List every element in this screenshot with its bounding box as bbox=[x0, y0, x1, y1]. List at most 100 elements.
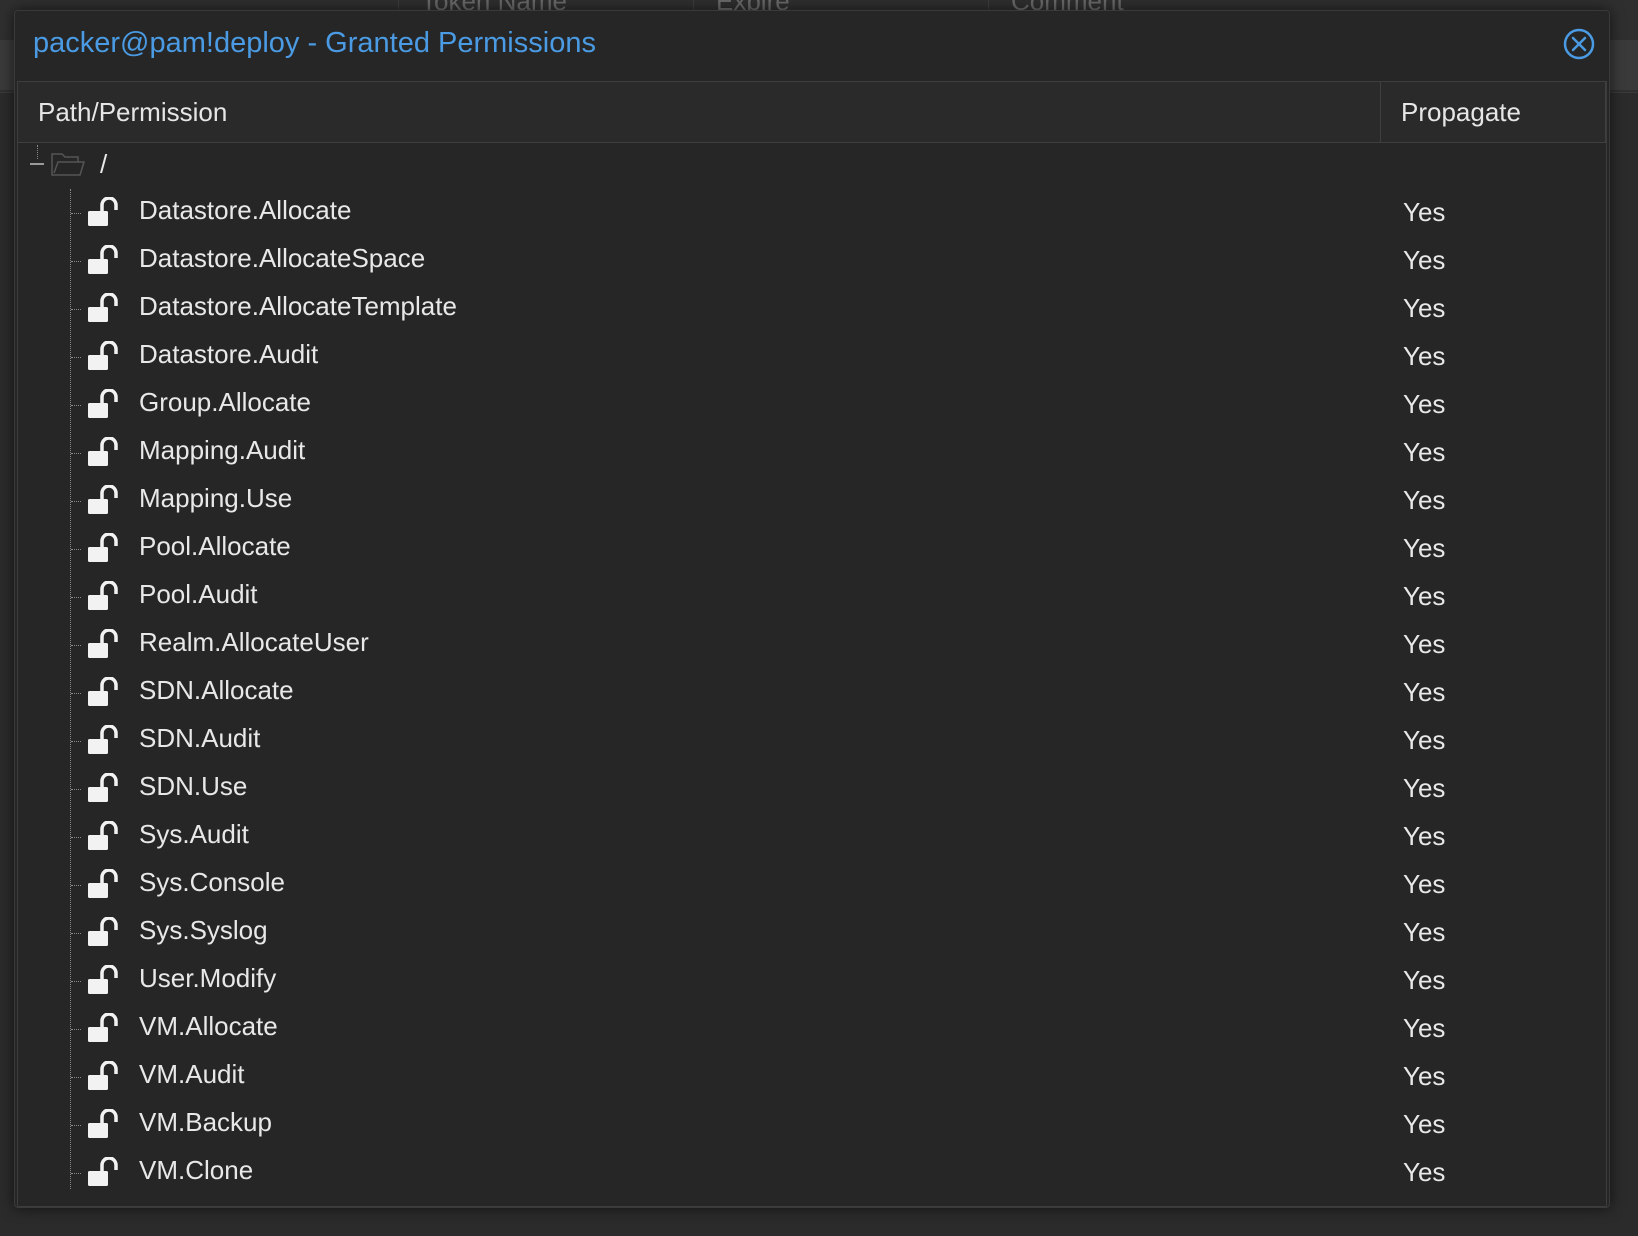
unlock-icon bbox=[86, 964, 120, 997]
tree-connector bbox=[71, 501, 81, 502]
tree-connector bbox=[71, 357, 81, 358]
permission-row[interactable]: VM.Allocate Yes bbox=[18, 1005, 1606, 1053]
propagate-value: Yes bbox=[1403, 197, 1446, 227]
propagate-value: Yes bbox=[1403, 485, 1446, 515]
permission-row[interactable]: SDN.Use Yes bbox=[18, 765, 1606, 813]
unlock-icon bbox=[86, 292, 120, 325]
permission-name: Datastore.AllocateSpace bbox=[139, 243, 426, 273]
tree-connector bbox=[71, 405, 81, 406]
permission-name: Sys.Audit bbox=[139, 819, 249, 849]
unlock-icon bbox=[86, 340, 120, 373]
permission-row[interactable]: Sys.Console Yes bbox=[18, 861, 1606, 909]
permission-row[interactable]: Realm.AllocateUser Yes bbox=[18, 621, 1606, 669]
permission-row[interactable]: Mapping.Use Yes bbox=[18, 477, 1606, 525]
tree-connector bbox=[71, 741, 81, 742]
unlock-icon bbox=[86, 676, 120, 709]
permission-row[interactable]: Group.Allocate Yes bbox=[18, 381, 1606, 429]
tree-connector bbox=[71, 261, 81, 262]
permission-row[interactable]: Datastore.Audit Yes bbox=[18, 333, 1606, 381]
tree-connector bbox=[71, 309, 81, 310]
close-icon[interactable] bbox=[1563, 28, 1595, 60]
tree-connector bbox=[71, 837, 81, 838]
permission-row[interactable]: Datastore.AllocateSpace Yes bbox=[18, 237, 1606, 285]
window-titlebar[interactable]: packer@pam!deploy - Granted Permissions bbox=[15, 11, 1609, 79]
column-header-path-permission[interactable]: Path/Permission bbox=[18, 82, 1381, 142]
unlock-icon bbox=[86, 532, 120, 565]
permission-row[interactable]: SDN.Allocate Yes bbox=[18, 669, 1606, 717]
tree-connector bbox=[71, 1077, 81, 1078]
permission-row[interactable]: Pool.Audit Yes bbox=[18, 573, 1606, 621]
tree-connector bbox=[71, 693, 81, 694]
unlock-icon bbox=[86, 868, 120, 901]
permission-name: Mapping.Audit bbox=[139, 435, 306, 465]
column-header-propagate[interactable]: Propagate bbox=[1381, 82, 1606, 142]
unlock-icon bbox=[86, 484, 120, 517]
propagate-value: Yes bbox=[1403, 869, 1446, 899]
tree-connector bbox=[71, 789, 81, 790]
propagate-value: Yes bbox=[1403, 1013, 1446, 1043]
granted-permissions-window: packer@pam!deploy - Granted Permissions … bbox=[14, 10, 1610, 1208]
permission-row[interactable]: Mapping.Audit Yes bbox=[18, 429, 1606, 477]
permission-name: Pool.Audit bbox=[139, 579, 258, 609]
permission-name: Group.Allocate bbox=[139, 387, 311, 417]
unlock-icon bbox=[86, 916, 120, 949]
tree-connector bbox=[71, 645, 81, 646]
unlock-icon bbox=[86, 724, 120, 757]
grid-header: Path/Permission Propagate bbox=[18, 82, 1606, 143]
permission-name: SDN.Audit bbox=[139, 723, 261, 753]
tree-root-row[interactable]: / bbox=[18, 143, 1606, 189]
unlock-icon bbox=[86, 196, 120, 229]
tree-connector bbox=[71, 1029, 81, 1030]
unlock-icon bbox=[86, 1156, 120, 1189]
propagate-value: Yes bbox=[1403, 389, 1446, 419]
propagate-value: Yes bbox=[1403, 821, 1446, 851]
permission-name: SDN.Use bbox=[139, 771, 248, 801]
permission-name: Datastore.AllocateTemplate bbox=[139, 291, 457, 321]
tree-connector bbox=[71, 885, 81, 886]
unlock-icon bbox=[86, 1060, 120, 1093]
permission-row[interactable]: User.Modify Yes bbox=[18, 957, 1606, 1005]
propagate-value: Yes bbox=[1403, 677, 1446, 707]
permission-row[interactable]: VM.Backup Yes bbox=[18, 1101, 1606, 1149]
permission-row[interactable]: Sys.Audit Yes bbox=[18, 813, 1606, 861]
permission-name: Pool.Allocate bbox=[139, 531, 291, 561]
propagate-value: Yes bbox=[1403, 1109, 1446, 1139]
unlock-icon bbox=[86, 1012, 120, 1045]
permission-row[interactable]: Datastore.AllocateTemplate Yes bbox=[18, 285, 1606, 333]
permission-name: SDN.Allocate bbox=[139, 675, 294, 705]
propagate-value: Yes bbox=[1403, 437, 1446, 467]
propagate-value: Yes bbox=[1403, 533, 1446, 563]
permission-row[interactable]: SDN.Audit Yes bbox=[18, 717, 1606, 765]
unlock-icon bbox=[86, 580, 120, 613]
permission-row[interactable]: VM.Audit Yes bbox=[18, 1053, 1606, 1101]
tree-root-label: / bbox=[100, 149, 108, 179]
unlock-icon bbox=[86, 1108, 120, 1141]
permission-name: Sys.Syslog bbox=[139, 915, 268, 945]
grid-body: / Datastore.Allocate Yes Datastore.Allocat… bbox=[18, 143, 1606, 1197]
propagate-value: Yes bbox=[1403, 725, 1446, 755]
permission-row[interactable]: Datastore.Allocate Yes bbox=[18, 189, 1606, 237]
unlock-icon bbox=[86, 388, 120, 421]
propagate-value: Yes bbox=[1403, 341, 1446, 371]
collapse-toggle-icon[interactable] bbox=[30, 163, 44, 165]
tree-connector bbox=[71, 213, 81, 214]
unlock-icon bbox=[86, 628, 120, 661]
folder-open-icon bbox=[50, 151, 86, 179]
propagate-value: Yes bbox=[1403, 293, 1446, 323]
unlock-icon bbox=[86, 820, 120, 853]
background-panel-edge bbox=[1608, 40, 1638, 90]
permission-row[interactable]: Sys.Syslog Yes bbox=[18, 909, 1606, 957]
propagate-value: Yes bbox=[1403, 245, 1446, 275]
propagate-value: Yes bbox=[1403, 629, 1446, 659]
tree-connector bbox=[71, 1125, 81, 1126]
permission-row[interactable]: VM.Clone Yes bbox=[18, 1149, 1606, 1197]
unlock-icon bbox=[86, 244, 120, 277]
propagate-value: Yes bbox=[1403, 965, 1446, 995]
permission-name: VM.Backup bbox=[139, 1107, 272, 1137]
unlock-icon bbox=[86, 772, 120, 805]
permission-name: VM.Clone bbox=[139, 1155, 254, 1185]
permission-name: Datastore.Allocate bbox=[139, 195, 352, 225]
permission-name: User.Modify bbox=[139, 963, 277, 993]
permission-row[interactable]: Pool.Allocate Yes bbox=[18, 525, 1606, 573]
permission-name: Sys.Console bbox=[139, 867, 285, 897]
